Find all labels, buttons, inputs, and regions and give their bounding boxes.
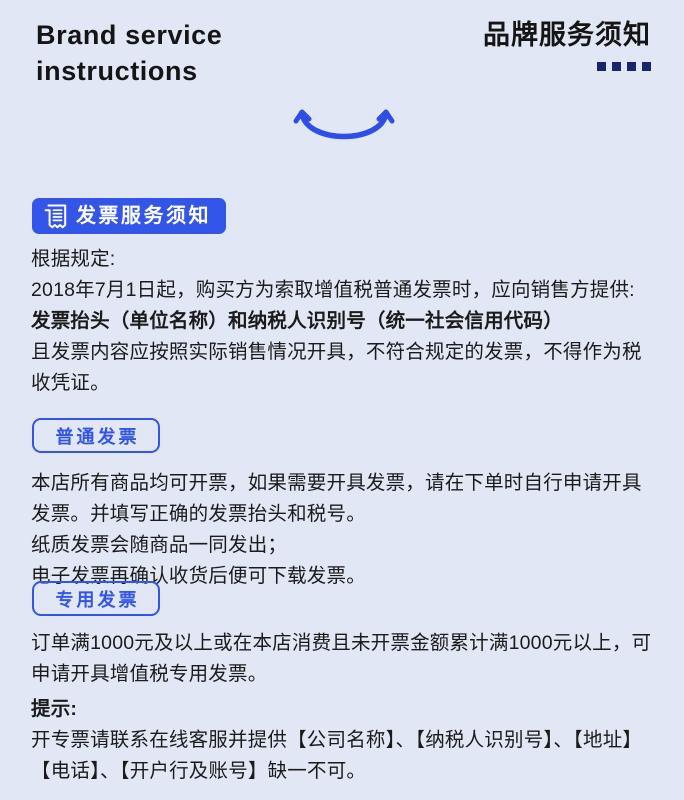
page-title-chinese: 品牌服务须知 (483, 20, 651, 50)
text-line: 发票抬头（单位名称）和纳税人识别号（统一社会信用代码） (31, 310, 563, 332)
smile-arc-icon (293, 109, 395, 140)
text-line: 根据规定: (31, 248, 116, 270)
page-title-chinese-group: 品牌服务须知 (483, 18, 651, 72)
text-line: 订单满1000元及以上或在本店消费且未开票金额累计满1000元以上，可申请开具增… (31, 632, 652, 685)
ordinary-invoice-badge: 普通发票 (32, 418, 160, 453)
special-invoice-paragraph: 订单满1000元及以上或在本店消费且未开票金额累计满1000元以上，可申请开具增… (31, 628, 656, 690)
invoice-notice-badge: 发票服务须知 (32, 198, 226, 234)
header-square-dots (483, 62, 651, 72)
header-square-dot (612, 62, 621, 72)
brand-service-instructions-page: Brand service instructions 品牌服务须知 发票服务须知… (0, 0, 684, 800)
tips-title: 提示: (31, 698, 78, 720)
invoice-document-icon (44, 204, 67, 228)
tips-body: 开专票请联系在线客服并提供【公司名称】、【纳税人识别号】、【地址】【电话】、【开… (31, 725, 656, 787)
page-header: Brand service instructions 品牌服务须知 (0, 0, 684, 100)
invoice-notice-badge-label: 发票服务须知 (76, 205, 211, 227)
text-line: 且发票内容应按照实际销售情况开具，不符合规定的发票，不得作为税收凭证。 (31, 341, 642, 394)
text-line: 2018年7月1日起，购买方为索取增值税普通发票时，应向销售方提供: (31, 279, 635, 301)
header-square-dot (627, 62, 636, 72)
page-title-english: Brand service instructions (36, 20, 223, 86)
tips-section: 提示: 开专票请联系在线客服并提供【公司名称】、【纳税人识别号】、【地址】【电话… (31, 694, 656, 787)
header-square-dot (597, 62, 606, 72)
ordinary-invoice-paragraph: 本店所有商品均可开票，如果需要开具发票，请在下单时自行申请开具发票。并填写正确的… (31, 468, 656, 592)
text-line: 纸质发票会随商品一同发出； (31, 534, 288, 556)
text-line: 开专票请联系在线客服并提供【公司名称】、【纳税人识别号】、【地址】【电话】、【开… (31, 729, 643, 782)
regulation-paragraph: 根据规定: 2018年7月1日起，购买方为索取增值税普通发票时，应向销售方提供: 发… (31, 244, 656, 399)
header-square-dot (642, 62, 651, 72)
text-line: 本店所有商品均可开票，如果需要开具发票，请在下单时自行申请开具发票。并填写正确的… (31, 472, 642, 525)
special-invoice-badge: 专用发票 (32, 581, 160, 616)
